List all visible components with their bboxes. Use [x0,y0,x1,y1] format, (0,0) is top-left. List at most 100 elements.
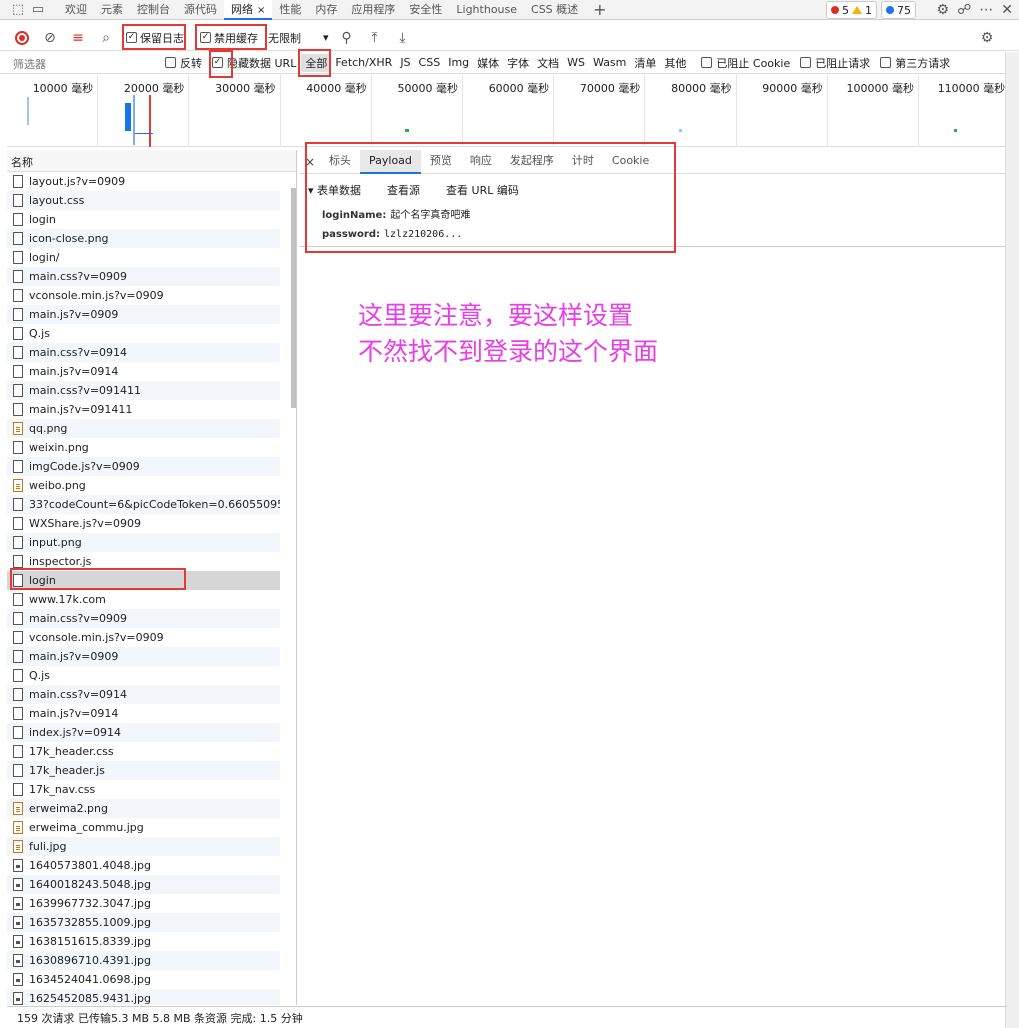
scrollbar-thumb[interactable] [291,188,296,408]
request-row[interactable]: 17k_header.js [7,761,280,780]
request-row[interactable]: icon-close.png [7,229,280,248]
record-button[interactable] [8,25,36,51]
request-row[interactable]: qq.png [7,419,280,438]
filter-icon[interactable]: ≡ [64,25,92,51]
disable-cache-checkbox[interactable]: ✓ 禁用缓存 [194,27,264,49]
filter-type-11[interactable]: 其他 [660,54,690,72]
tab-8[interactable]: 安全性 [402,0,449,20]
tab-6[interactable]: 内存 [308,0,344,20]
inspect-element-icon[interactable]: ⬚ [8,0,28,20]
request-row[interactable]: fuli.jpg [7,837,280,856]
detail-tab-6[interactable]: Cookie [603,150,658,174]
request-row[interactable]: 17k_nav.css [7,780,280,799]
request-row[interactable]: main.js?v=091411 [7,400,280,419]
close-detail-icon[interactable]: × [300,155,320,169]
filter-type-2[interactable]: JS [396,55,414,70]
request-row[interactable]: erweima_commu.jpg [7,818,280,837]
close-tab-icon[interactable]: × [257,5,265,16]
request-row[interactable]: 17k_header.css [7,742,280,761]
request-row[interactable]: Q.js [7,666,280,685]
tab-10[interactable]: CSS 概述 [524,0,585,20]
request-row[interactable]: 1638151615.8339.jpg [7,932,280,951]
device-toolbar-icon[interactable]: ▭ [28,0,48,20]
throttle-select[interactable]: 无限制 ▾ [264,30,333,46]
request-row[interactable]: login/ [7,248,280,267]
error-count-badge[interactable]: 51 [826,1,877,19]
request-row[interactable]: 1639967732.3047.jpg [7,894,280,913]
request-row[interactable]: vconsole.min.js?v=0909 [7,628,280,647]
timeline-overview[interactable]: 10000 毫秒 20000 毫秒 30000 毫秒 40000 毫秒 50000 毫秒… [7,75,1011,147]
request-row[interactable]: main.css?v=0914 [7,685,280,704]
invert-checkbox[interactable]: 反转 [160,55,207,71]
detail-tab-2[interactable]: 预览 [421,150,461,174]
request-row[interactable]: WXShare.js?v=0909 [7,514,280,533]
filter-type-7[interactable]: 文档 [533,54,563,72]
request-row[interactable]: main.js?v=0914 [7,362,280,381]
request-row[interactable]: main.js?v=0914 [7,704,280,723]
third-party-checkbox[interactable]: 第三方请求 [875,55,955,71]
filter-type-1[interactable]: Fetch/XHR [331,55,396,70]
request-row[interactable]: 1634524041.0698.jpg [7,970,280,989]
detail-tab-4[interactable]: 发起程序 [501,150,563,174]
request-row[interactable]: index.js?v=0914 [7,723,280,742]
request-row[interactable]: weixin.png [7,438,280,457]
filter-type-5[interactable]: 媒体 [473,54,503,72]
filter-type-3[interactable]: CSS [415,55,445,70]
hide-data-urls-checkbox[interactable]: ✓ 隐藏数据 URL [207,55,301,71]
close-devtools-icon[interactable]: ✕ [1001,2,1013,18]
request-row[interactable]: 1635732855.1009.jpg [7,913,280,932]
blocked-requests-checkbox[interactable]: 已阻止请求 [795,55,875,71]
import-har-icon[interactable]: ⤒ [361,25,389,51]
filter-type-4[interactable]: Img [444,55,473,70]
view-source-link[interactable]: 查看源 [387,182,420,198]
request-row[interactable]: weibo.png [7,476,280,495]
more-options-icon[interactable]: ⋯ [979,2,993,18]
tab-1[interactable]: 元素 [94,0,130,20]
request-row[interactable]: main.css?v=0909 [7,267,280,286]
filter-type-8[interactable]: WS [563,55,589,70]
request-row[interactable]: Q.js [7,324,280,343]
request-row[interactable]: imgCode.js?v=0909 [7,457,280,476]
request-row[interactable]: vconsole.min.js?v=0909 [7,286,280,305]
detail-tab-5[interactable]: 计时 [563,150,603,174]
detail-tab-1[interactable]: Payload [360,149,421,174]
view-url-encoded-link[interactable]: 查看 URL 编码 [446,182,519,198]
request-row[interactable]: main.css?v=0909 [7,609,280,628]
request-row[interactable]: 1640573801.4048.jpg [7,856,280,875]
preserve-log-checkbox[interactable]: ✓ 保留日志 [120,27,190,49]
filter-type-10[interactable]: 清单 [630,54,660,72]
request-row[interactable]: 1630896710.4391.jpg [7,951,280,970]
detail-tab-3[interactable]: 响应 [461,150,501,174]
tab-0[interactable]: 欢迎 [58,0,94,20]
request-row[interactable]: layout.js?v=0909 [7,172,280,191]
request-row[interactable]: login [7,210,280,229]
network-conditions-icon[interactable]: ⚲ [333,25,361,51]
search-icon[interactable]: ⌕ [92,25,120,51]
network-settings-icon[interactable]: ⚙ [973,25,1001,51]
info-count-badge[interactable]: 75 [881,1,916,19]
filter-input[interactable]: 筛选器 [0,53,160,73]
settings-gear-icon[interactable]: ⚙ [937,2,950,18]
request-row[interactable]: main.css?v=0914 [7,343,280,362]
request-row[interactable]: layout.css [7,191,280,210]
filter-type-6[interactable]: 字体 [503,54,533,72]
tab-4[interactable]: 网络 × [224,0,273,20]
request-row[interactable]: login [7,571,280,590]
tab-2[interactable]: 控制台 [130,0,177,20]
tab-5[interactable]: 性能 [272,0,308,20]
request-row[interactable]: inspector.js [7,552,280,571]
more-tabs-plus-icon[interactable]: + [585,0,614,19]
tab-7[interactable]: 应用程序 [344,0,402,20]
name-column-header[interactable]: 名称 [7,150,296,172]
request-row[interactable]: 1640018243.5048.jpg [7,875,280,894]
form-data-section-toggle[interactable]: ▾ 表单数据 [308,182,361,198]
request-list-scrollbar[interactable] [290,178,296,998]
feedback-icon[interactable]: ☍ [957,2,971,18]
request-row[interactable]: main.js?v=0909 [7,305,280,324]
filter-type-0[interactable]: 全部 [301,53,332,72]
tab-9[interactable]: Lighthouse [449,0,524,20]
detail-tab-0[interactable]: 标头 [320,150,360,174]
request-row[interactable]: main.js?v=0909 [7,647,280,666]
blocked-cookies-checkbox[interactable]: 已阻止 Cookie [696,55,795,71]
request-row[interactable]: 33?codeCount=6&picCodeToken=0.6605509503… [7,495,280,514]
